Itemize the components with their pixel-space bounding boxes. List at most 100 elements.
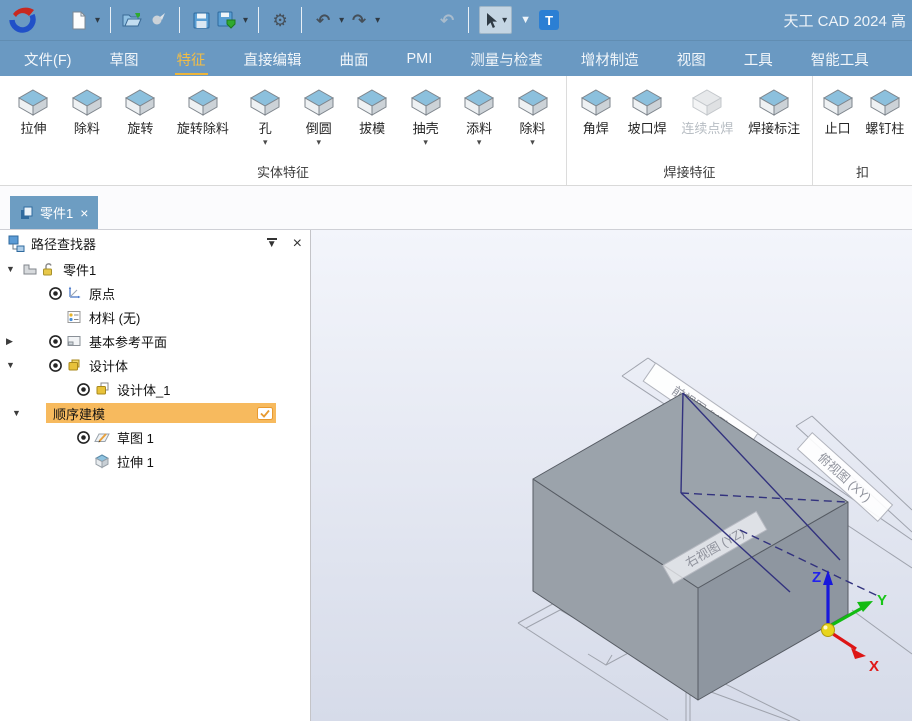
add-material-dropdown[interactable]: ▾ xyxy=(477,137,482,148)
draft-label: 拔模 xyxy=(359,120,385,137)
tree-item-label[interactable]: 顺序建模 xyxy=(53,404,257,423)
thin-wall-dropdown[interactable]: ▾ xyxy=(423,137,428,148)
tree-item-label[interactable]: 设计体_1 xyxy=(117,380,170,399)
save-as-dropdown[interactable]: ▾ xyxy=(243,15,248,26)
menu-tab-measure-inspect[interactable]: 测量与检查 xyxy=(468,43,545,75)
revolve-button[interactable]: 旋转 xyxy=(120,84,160,148)
pathfinder-panel: 路径查找器 ▼ × ▼零件1原点材料 (无)▶基本参考平面▼设计体设计体_1▼顺… xyxy=(0,230,311,721)
collapse-panel-icon[interactable]: ▼ xyxy=(267,238,277,249)
visibility-eye-icon[interactable] xyxy=(48,334,66,349)
remove-material-dropdown[interactable]: ▾ xyxy=(530,137,535,148)
menu-tab-additive[interactable]: 增材制造 xyxy=(579,43,641,75)
revolve-cut-icon xyxy=(186,84,220,120)
mode-checkbox-icon[interactable] xyxy=(257,407,273,420)
expander-closed-icon[interactable]: ▶ xyxy=(6,336,22,347)
new-document-icon xyxy=(71,11,87,30)
undo-button[interactable]: ↶ xyxy=(312,6,334,34)
tree-item-label[interactable]: 零件1 xyxy=(63,260,96,279)
menu-tab-tools[interactable]: 工具 xyxy=(742,43,775,75)
visibility-eye-icon[interactable] xyxy=(48,286,66,301)
tree-item-label[interactable]: 拉伸 1 xyxy=(117,452,154,471)
tree-item-sketch-1[interactable]: 草图 1 xyxy=(0,425,310,449)
tree-item-ref-planes[interactable]: ▶ 基本参考平面 xyxy=(0,329,310,353)
menu-tab-feature[interactable]: 特征 xyxy=(175,43,208,75)
menu-tab-pmi[interactable]: PMI xyxy=(405,45,435,72)
thin-wall-button[interactable]: 抽壳▾ xyxy=(406,84,446,148)
visibility-eye-icon[interactable] xyxy=(48,358,66,373)
round-label: 倒圆 xyxy=(306,120,332,137)
expander-open-icon[interactable]: ▼ xyxy=(6,264,22,274)
add-material-button[interactable]: 添料▾ xyxy=(459,84,499,148)
document-tab[interactable]: 零件1 × xyxy=(10,196,98,229)
fillet-weld-label: 角焊 xyxy=(583,120,609,137)
menu-tab-smart-tools[interactable]: 智能工具 xyxy=(809,43,871,75)
tree-item-label[interactable]: 材料 (无) xyxy=(89,308,140,327)
menu-bar: 文件(F) 草图 特征 直接编辑 曲面 PMI 测量与检查 增材制造 视图 工具 智能工具 xyxy=(0,40,912,76)
settings-gear-icon: ⚙ xyxy=(272,12,287,29)
undo-secondary-button[interactable]: ↶ xyxy=(436,6,458,34)
menu-tab-view[interactable]: 视图 xyxy=(675,43,708,75)
groove-weld-icon xyxy=(630,84,664,120)
undo-dropdown[interactable]: ▾ xyxy=(339,15,344,26)
lip-button[interactable]: 止口 xyxy=(818,84,858,148)
visibility-eye-icon[interactable] xyxy=(76,430,94,445)
text-tool-button[interactable]: T xyxy=(539,10,559,30)
visibility-eye-icon[interactable] xyxy=(76,382,94,397)
body-sub-icon xyxy=(94,381,112,397)
tree-item-label[interactable]: 原点 xyxy=(89,284,115,303)
weld-annotation-button[interactable]: 焊接标注 xyxy=(745,84,803,148)
menu-tab-file[interactable]: 文件(F) xyxy=(22,43,74,75)
select-tool-button[interactable]: ▾ xyxy=(479,6,512,34)
hole-button[interactable]: 孔▾ xyxy=(245,84,285,148)
active-mode-highlight[interactable]: 顺序建模 xyxy=(46,403,276,423)
menu-tab-direct-edit[interactable]: 直接编辑 xyxy=(242,43,304,75)
extrude-button[interactable]: 拉伸 xyxy=(13,84,53,148)
revolve-cut-button[interactable]: 旋转除料 xyxy=(174,84,232,148)
settings-button[interactable]: ⚙ xyxy=(269,6,291,34)
fillet-weld-button[interactable]: 角焊 xyxy=(576,84,616,148)
tree-item-part1[interactable]: ▼ 零件1 xyxy=(0,257,310,281)
expander-open-icon[interactable]: ▼ xyxy=(12,408,28,418)
groove-weld-button[interactable]: 坡口焊 xyxy=(625,84,670,148)
material-icon xyxy=(66,309,84,325)
continuous-spot-weld-icon xyxy=(690,84,724,120)
tree-item-label[interactable]: 基本参考平面 xyxy=(89,332,167,351)
open-file-button[interactable] xyxy=(121,6,143,34)
new-document-button[interactable] xyxy=(68,6,90,34)
hole-dropdown[interactable]: ▾ xyxy=(263,137,268,148)
document-tab-close-icon[interactable]: × xyxy=(80,206,88,220)
extrude-icon xyxy=(16,84,50,120)
round-button[interactable]: 倒圆▾ xyxy=(299,84,339,148)
close-panel-icon[interactable]: × xyxy=(293,236,302,252)
undo-icon: ↶ xyxy=(316,12,330,29)
window-title: 天工 CAD 2024 高 xyxy=(783,10,906,31)
pin-button[interactable] xyxy=(147,6,169,34)
tree-item-design-body[interactable]: ▼ 设计体 xyxy=(0,353,310,377)
round-dropdown[interactable]: ▾ xyxy=(316,137,321,148)
screw-boss-button[interactable]: 螺钉柱 xyxy=(862,84,907,148)
save-as-button[interactable] xyxy=(216,6,238,34)
title-bar: ▾ ▾ ⚙ ↶ ▾ ↷ xyxy=(0,0,912,40)
toolbar-overflow-icon[interactable]: ▼ xyxy=(520,14,531,26)
cut-label: 除料 xyxy=(74,120,100,137)
ribbon-group: 止口螺钉柱扣 xyxy=(812,76,912,185)
remove-material-label: 除料 xyxy=(520,120,546,137)
tree-item-ordered-modeling[interactable]: ▼ 顺序建模 xyxy=(0,401,310,425)
redo-dropdown[interactable]: ▾ xyxy=(375,15,380,26)
save-button[interactable] xyxy=(190,6,212,34)
tree-item-label[interactable]: 草图 1 xyxy=(117,428,154,447)
remove-material-button[interactable]: 除料▾ xyxy=(513,84,553,148)
cut-button[interactable]: 除料 xyxy=(67,84,107,148)
tree-item-design-body-1[interactable]: 设计体_1 xyxy=(0,377,310,401)
menu-tab-surface[interactable]: 曲面 xyxy=(338,43,371,75)
tree-item-extrude-1[interactable]: 拉伸 1 xyxy=(0,449,310,473)
new-document-dropdown[interactable]: ▾ xyxy=(95,15,100,26)
redo-button[interactable]: ↷ xyxy=(348,6,370,34)
tree-item-origin[interactable]: 原点 xyxy=(0,281,310,305)
select-tool-dropdown[interactable]: ▾ xyxy=(502,15,507,26)
draft-button[interactable]: 拔模 xyxy=(352,84,392,148)
menu-tab-sketch[interactable]: 草图 xyxy=(108,43,141,75)
expander-open-icon[interactable]: ▼ xyxy=(6,360,22,370)
tree-item-label[interactable]: 设计体 xyxy=(89,356,128,375)
tree-item-material[interactable]: 材料 (无) xyxy=(0,305,310,329)
